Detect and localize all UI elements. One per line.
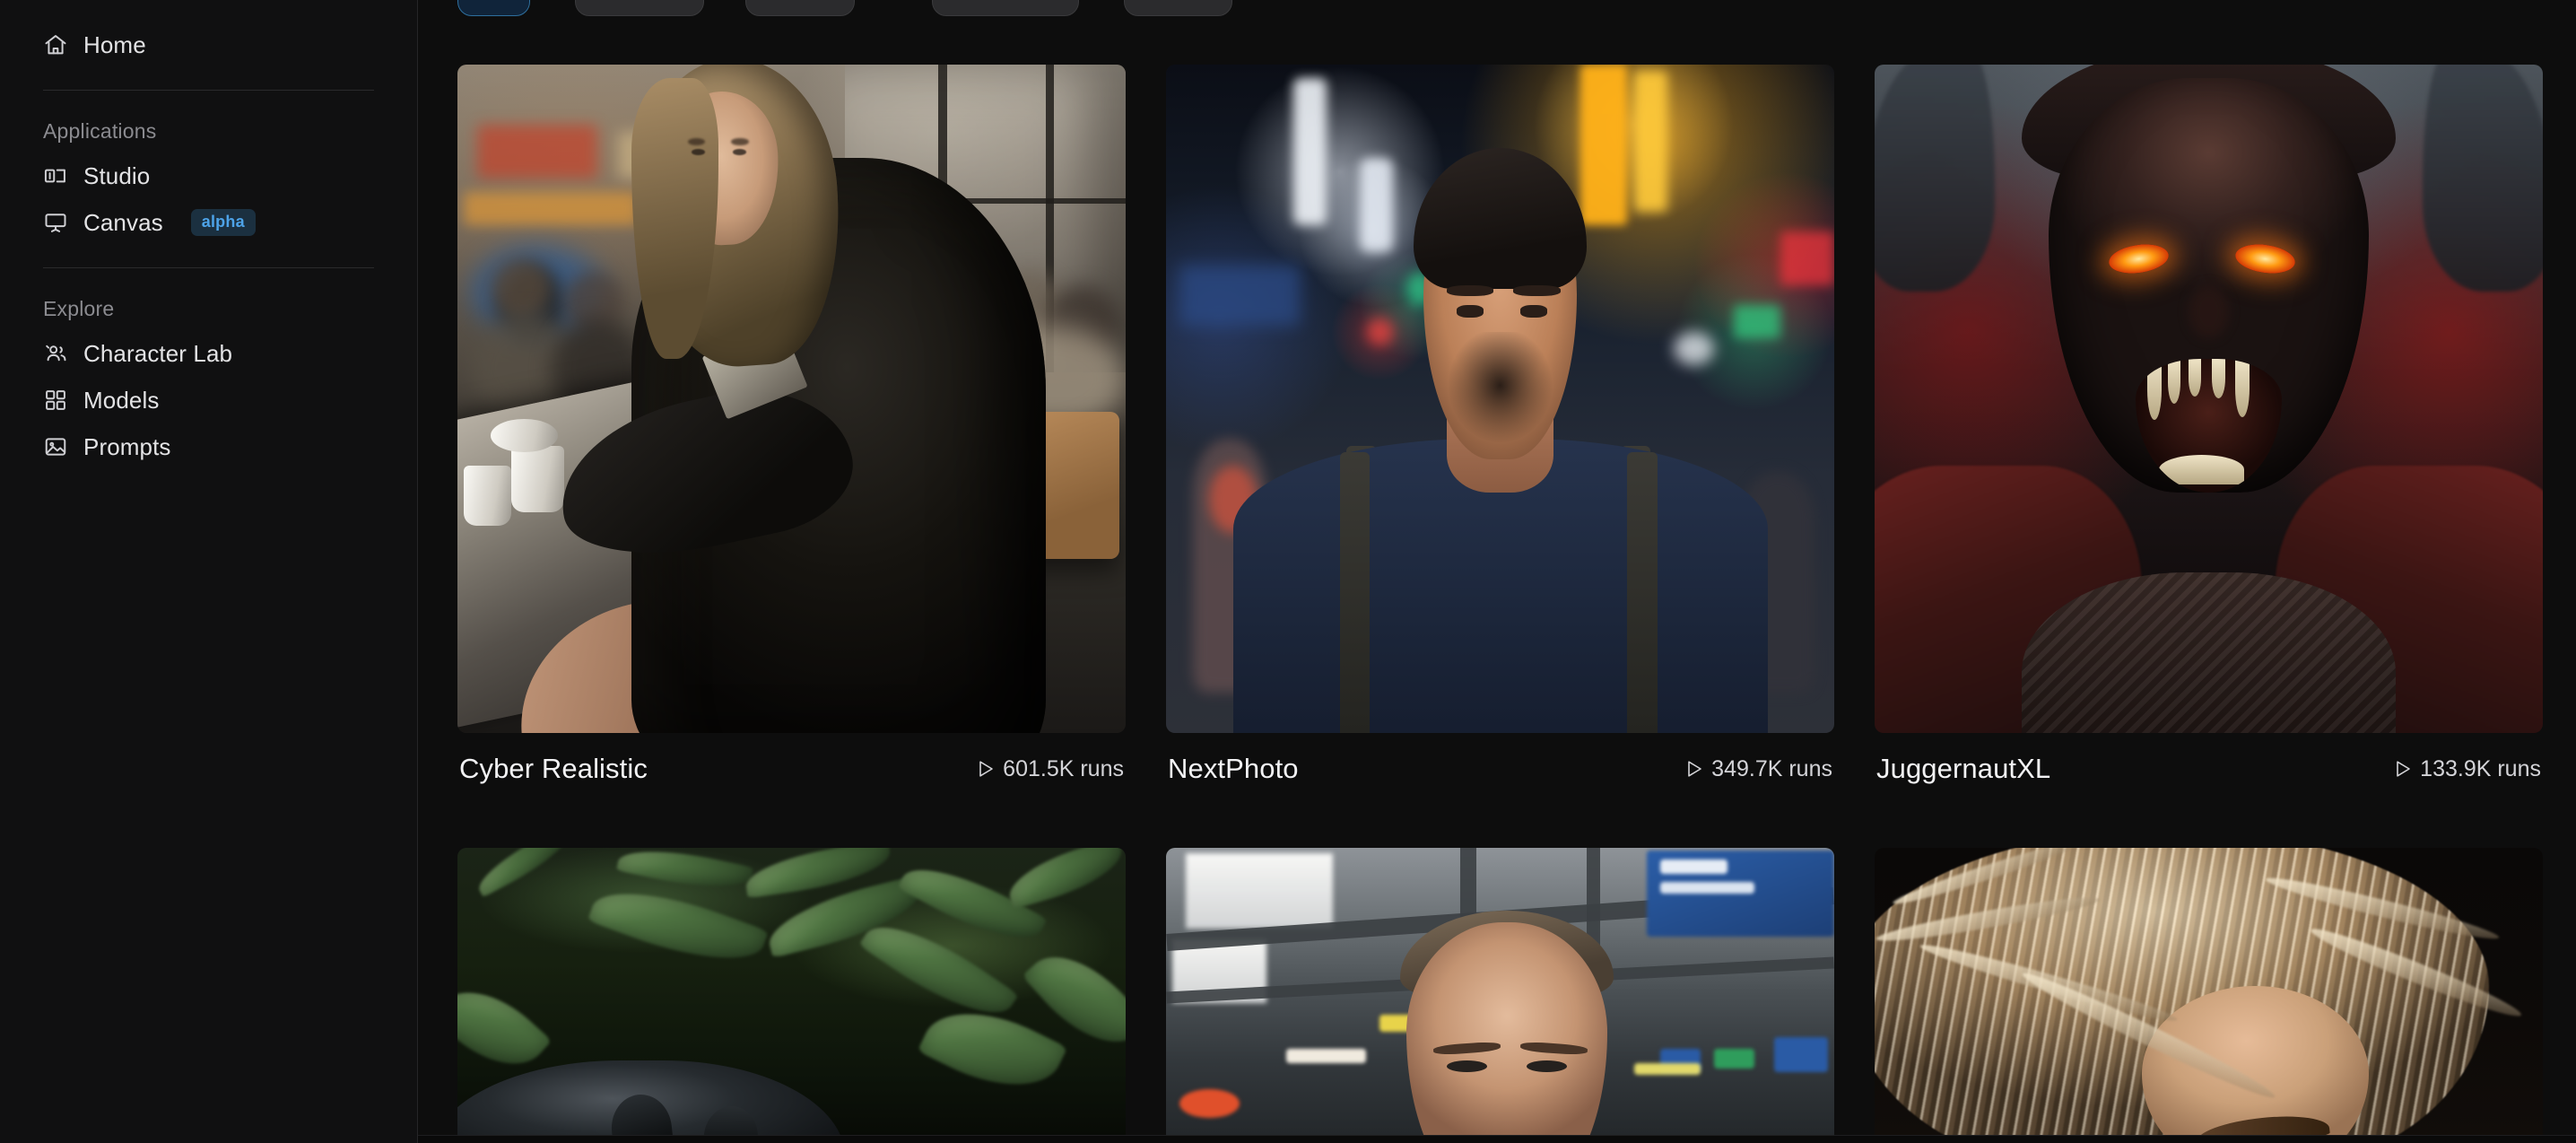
model-run-count-label: 601.5K runs <box>1003 755 1124 781</box>
filter-chip-realistic[interactable]: Realistic <box>574 0 705 16</box>
sidebar-item-label: Prompts <box>83 432 171 460</box>
generated-image-blonde-hair <box>1875 848 2543 1135</box>
play-icon <box>979 761 993 777</box>
sidebar-item-studio[interactable]: Studio <box>36 153 381 199</box>
main-content: All Realistic Anime Illustration 3D Art <box>418 0 2576 1143</box>
filter-chip-row: All Realistic Anime Illustration 3D Art <box>457 0 2576 16</box>
generated-image-demon <box>1875 65 2543 733</box>
model-card-juggernautxl[interactable]: JuggernautXL 133.9K runs <box>1875 65 2543 812</box>
app-root: Home Applications Studio Canvas alpha Ex… <box>0 0 2576 1143</box>
sidebar-item-label: Models <box>83 386 160 414</box>
image-icon <box>43 434 68 459</box>
model-title: JuggernautXL <box>1876 753 2051 784</box>
sidebar-divider-2 <box>43 267 374 268</box>
model-run-count: 601.5K runs <box>977 756 1124 782</box>
filter-chip-anime[interactable]: Anime <box>745 0 856 16</box>
status-badge-alpha: alpha <box>190 209 256 236</box>
model-grid-row-1: Cyber Realistic 601.5K runs NextPhoto 34… <box>457 65 2543 812</box>
model-thumbnail-blonde-portrait[interactable] <box>1875 848 2543 1135</box>
sidebar-item-character-lab[interactable]: Character Lab <box>36 330 381 377</box>
window-bottom-bar <box>418 1135 2576 1143</box>
sidebar-item-models[interactable]: Models <box>36 377 381 423</box>
sidebar: Home Applications Studio Canvas alpha Ex… <box>0 0 418 1143</box>
sidebar-item-label: Canvas <box>83 208 163 236</box>
model-thumbnail[interactable] <box>1875 65 2543 733</box>
generated-image-night-street <box>1166 65 1834 733</box>
model-thumbnail-station[interactable] <box>1166 848 1834 1135</box>
generated-image-diner <box>457 65 1126 733</box>
model-thumbnail[interactable] <box>457 65 1126 733</box>
studio-icon <box>43 163 68 188</box>
model-card-cyber-realistic[interactable]: Cyber Realistic 601.5K runs <box>457 65 1126 812</box>
filter-chip-illustration[interactable]: Illustration <box>932 0 1079 16</box>
home-icon <box>43 32 68 57</box>
sidebar-item-prompts[interactable]: Prompts <box>36 423 381 470</box>
model-run-count-label: 133.9K runs <box>2420 755 2541 781</box>
model-title: NextPhoto <box>1168 753 1299 784</box>
model-card-meta: JuggernautXL 133.9K runs <box>1875 733 2543 812</box>
model-thumbnail-panther[interactable] <box>457 848 1126 1135</box>
play-icon <box>1688 761 1701 777</box>
sidebar-item-label: Home <box>83 31 146 58</box>
model-card-nextphoto[interactable]: NextPhoto 349.7K runs <box>1166 65 1834 812</box>
model-run-count-label: 349.7K runs <box>1711 755 1832 781</box>
users-icon <box>43 341 68 366</box>
sidebar-section-applications-title: Applications <box>43 119 157 143</box>
model-run-count: 349.7K runs <box>1685 756 1832 782</box>
sidebar-item-canvas[interactable]: Canvas alpha <box>36 199 381 246</box>
generated-image-train-station <box>1166 848 1834 1135</box>
filter-chip-all[interactable]: All <box>457 0 530 16</box>
model-card-meta: NextPhoto 349.7K runs <box>1166 733 1834 812</box>
sidebar-divider-1 <box>43 90 374 91</box>
generated-image-panther <box>457 848 1126 1135</box>
model-thumbnail[interactable] <box>1166 65 1834 733</box>
canvas-icon <box>43 210 68 235</box>
model-title: Cyber Realistic <box>459 753 648 784</box>
model-grid-row-2 <box>457 848 2543 1135</box>
sidebar-section-explore-title: Explore <box>43 297 115 320</box>
model-run-count: 133.9K runs <box>2394 756 2541 782</box>
sidebar-item-label: Character Lab <box>83 339 233 367</box>
grid-icon <box>43 388 68 413</box>
filter-chip-3d-art[interactable]: 3D Art <box>1123 0 1232 16</box>
model-card-meta: Cyber Realistic 601.5K runs <box>457 733 1126 812</box>
sidebar-item-label: Studio <box>83 161 151 189</box>
play-icon <box>2397 761 2410 777</box>
sidebar-item-home[interactable]: Home <box>36 22 381 68</box>
